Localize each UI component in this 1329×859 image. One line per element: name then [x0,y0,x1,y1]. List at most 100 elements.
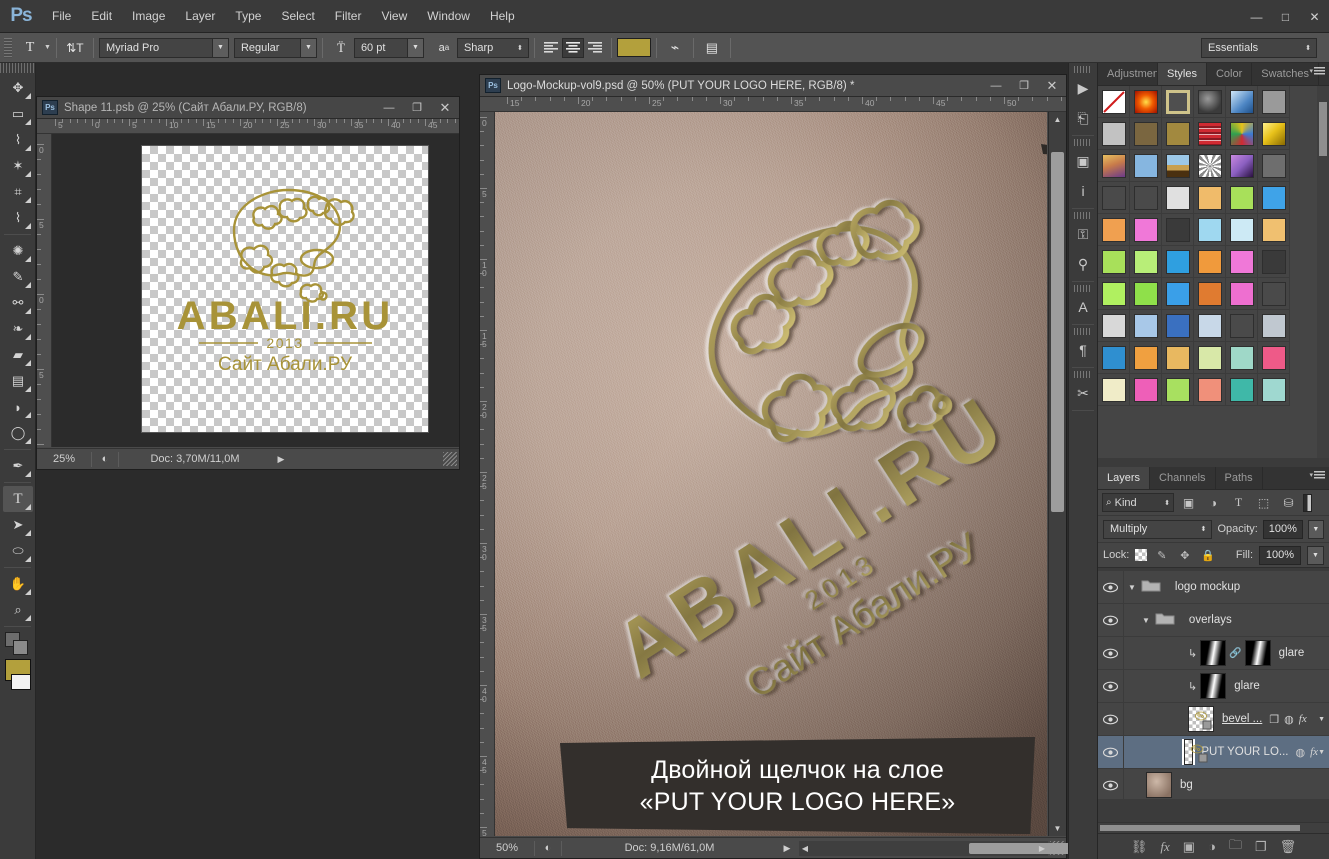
style-preset[interactable] [1194,182,1226,214]
fill-value[interactable]: 100% [1259,545,1301,565]
link-icon[interactable]: 🔗 [1229,648,1241,659]
dock-group-grip[interactable] [1074,139,1092,146]
tool-preset-chevron-icon[interactable]: ▼ [44,44,51,51]
new-layer-button[interactable]: ❐ [1255,839,1267,855]
move-tool[interactable]: ✥ [3,75,33,101]
vertical-ruler[interactable]: 0 5 10 15 20 25 30 35 40 45 5 [480,112,495,836]
menu-edit[interactable]: Edit [81,0,122,33]
layer-row[interactable]: ↳ 🔗 glare [1098,637,1329,670]
doc-minimize-button[interactable]: — [375,97,403,118]
align-left-button[interactable] [540,38,562,58]
style-preset[interactable] [1130,86,1162,118]
style-preset[interactable] [1194,278,1226,310]
styles-scroll-thumb[interactable] [1319,102,1327,156]
history-play-icon[interactable]: ▶ [1069,73,1097,103]
eyedropper-tool[interactable]: ⌇ [3,205,33,231]
tab-color[interactable]: Color [1206,63,1253,85]
lasso-tool[interactable]: ⌇ [3,127,33,153]
style-preset[interactable] [1162,374,1194,406]
filter-toggle-switch[interactable] [1303,493,1312,512]
styles-scrollbar[interactable] [1317,86,1329,458]
style-preset[interactable] [1194,118,1226,150]
anti-alias-select[interactable]: Sharp ⬍ [456,37,529,58]
menu-view[interactable]: View [371,0,417,33]
group-disclosure-triangle-icon[interactable]: ▼ [1142,616,1150,625]
style-preset[interactable] [1258,86,1290,118]
layer-visibility-toggle[interactable] [1098,769,1124,799]
transparent-canvas[interactable]: ABALI.RU 2013 Сайт Абали.РУ [141,145,429,433]
lock-transparent-pixels-icon[interactable] [1135,549,1148,561]
dock-group-grip[interactable] [1074,285,1092,292]
warp-text-icon[interactable]: ⌁ [662,37,688,59]
tab-layers[interactable]: Layers [1098,467,1151,489]
clone-source-icon[interactable]: ⚲ [1069,249,1097,279]
foreground-background-color[interactable] [3,630,33,656]
new-adjustment-layer-button[interactable]: ◑ [1208,839,1216,854]
shape-layer-filter-icon[interactable]: ⬚ [1253,493,1274,513]
hamburger-icon[interactable] [1314,471,1325,480]
style-preset[interactable] [1258,246,1290,278]
style-preset[interactable] [1162,86,1194,118]
blur-tool[interactable]: ◗ [3,394,33,420]
style-preset[interactable] [1194,86,1226,118]
layer-row[interactable]: ↳ glare [1098,670,1329,703]
doc-close-button[interactable]: ✕ [1038,75,1066,96]
spot-healing-brush-tool[interactable]: ✺ [3,238,33,264]
style-preset[interactable] [1098,246,1130,278]
font-style-select[interactable]: Regular ▼ [233,37,317,58]
horizontal-scrollbar[interactable]: ◀ ▶ [799,840,1127,856]
active-background-color[interactable] [11,674,31,690]
resize-grip[interactable] [443,452,457,466]
opacity-chevron-icon[interactable]: ▼ [1307,519,1324,539]
layer-effects-mask-icon[interactable]: ◍ [1296,746,1306,759]
menu-image[interactable]: Image [122,0,175,33]
text-color-swatch[interactable] [616,38,651,57]
style-preset[interactable] [1194,374,1226,406]
style-preset[interactable] [1226,118,1258,150]
style-preset[interactable] [1162,182,1194,214]
stepper-icon[interactable]: ⬍ [512,39,528,57]
layers-hscroll-thumb[interactable] [1100,825,1300,831]
style-preset[interactable] [1130,246,1162,278]
document-preview-icon[interactable]: ◐ [92,453,118,465]
style-preset[interactable] [1162,310,1194,342]
style-preset[interactable] [1162,246,1194,278]
scroll-left-arrow-icon[interactable]: ◀ [799,841,811,856]
delete-layer-button[interactable]: 🗑 [1280,839,1297,855]
document-title-bar[interactable]: Ps Logo-Mockup-vol9.psd @ 50% (PUT YOUR … [480,75,1066,97]
layer-visibility-toggle[interactable] [1098,571,1124,603]
layer-visibility-toggle[interactable] [1098,703,1124,735]
style-preset[interactable] [1258,342,1290,374]
style-preset[interactable] [1098,278,1130,310]
layer-row[interactable]: PUT YOUR LO... ◍ fx ▼ [1098,736,1329,769]
style-preset[interactable] [1130,150,1162,182]
style-preset[interactable] [1226,246,1258,278]
style-preset[interactable] [1226,342,1258,374]
dock-group-grip[interactable] [1074,371,1092,378]
style-preset[interactable] [1130,214,1162,246]
dock-group-grip[interactable] [1074,328,1092,335]
info-icon[interactable]: i [1069,176,1097,206]
lock-position-icon[interactable]: ✥ [1176,547,1193,564]
3d-icon[interactable]: ▣ [1069,146,1097,176]
layer-style-button[interactable]: fx [1160,839,1169,855]
layer-thumbnail[interactable] [1146,772,1172,798]
layer-row[interactable]: ▼ overlays [1098,604,1329,637]
style-preset[interactable] [1098,342,1130,374]
group-disclosure-triangle-icon[interactable]: ▼ [1128,583,1136,592]
style-preset[interactable] [1226,374,1258,406]
style-preset[interactable] [1194,342,1226,374]
pixel-layer-filter-icon[interactable]: ▣ [1178,493,1199,513]
style-preset[interactable] [1162,214,1194,246]
tab-paths[interactable]: Paths [1215,467,1263,489]
clone-stamp-tool[interactable]: ⚯ [3,290,33,316]
style-preset[interactable] [1162,150,1194,182]
layer-effects-expand-icon[interactable]: ▼ [1318,749,1329,756]
style-preset[interactable] [1098,118,1130,150]
type-tool[interactable]: T [3,486,33,512]
layer-visibility-toggle[interactable] [1098,604,1124,636]
document-window-logo-mockup[interactable]: Ps Logo-Mockup-vol9.psd @ 50% (PUT YOUR … [479,74,1127,859]
layer-thumbnail[interactable] [1181,739,1208,765]
document-preview-icon[interactable]: ◐ [535,842,561,854]
minimize-button[interactable]: — [1242,0,1271,33]
